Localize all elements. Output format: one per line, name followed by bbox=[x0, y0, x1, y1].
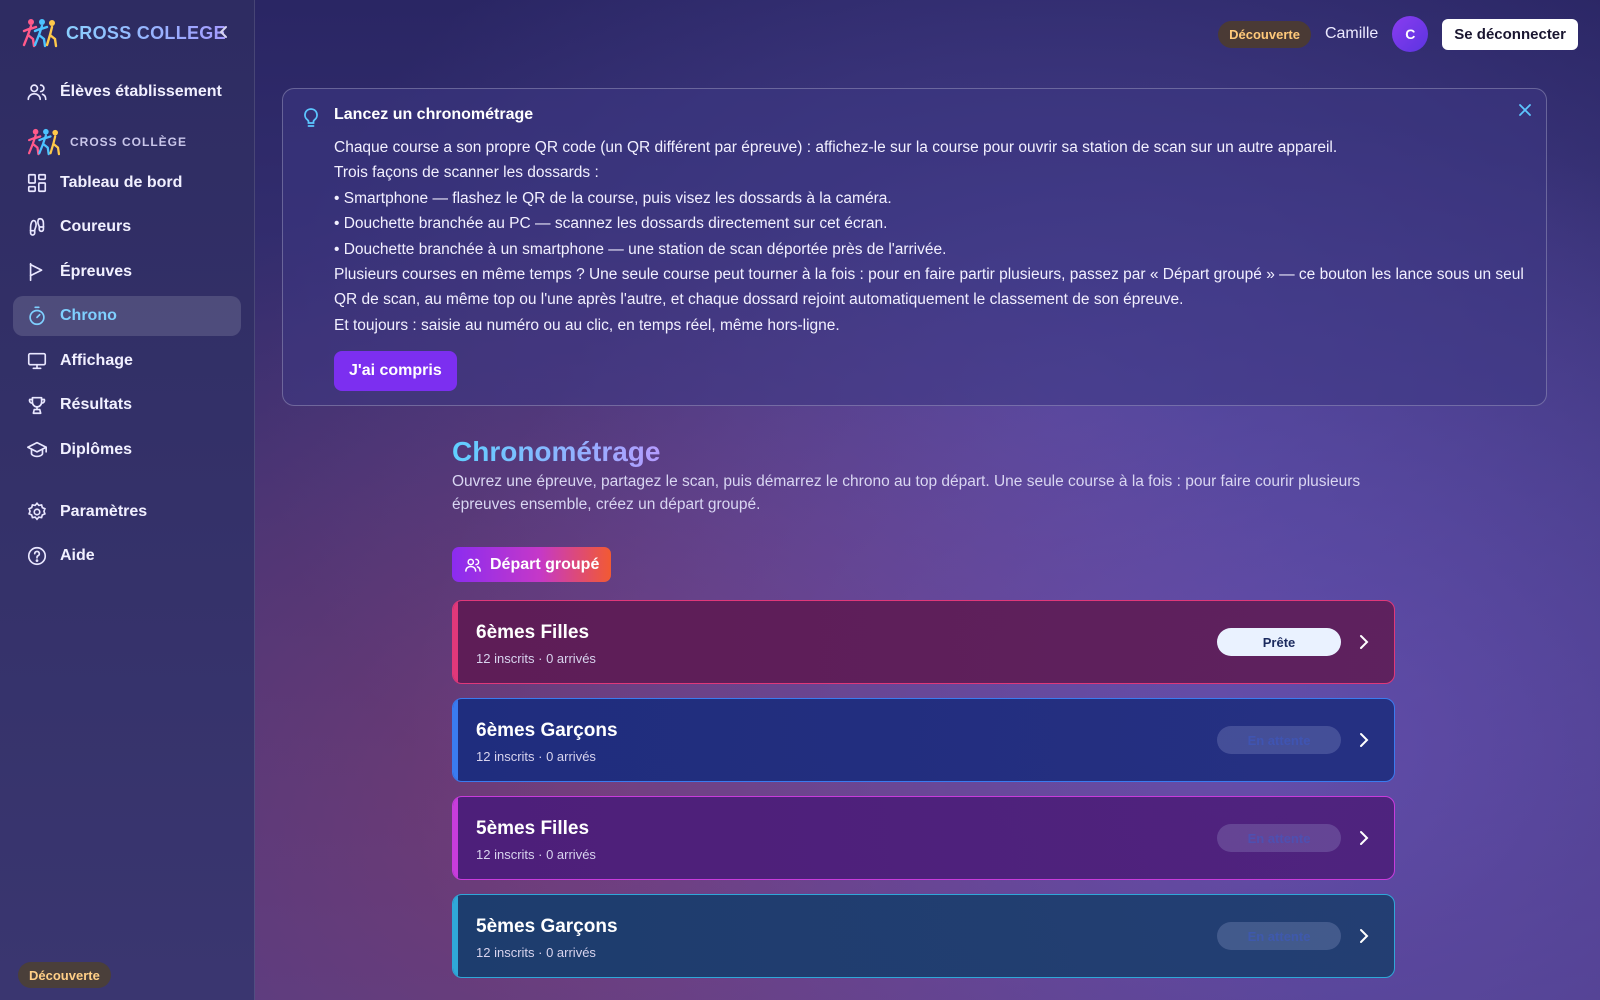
sidebar-item-label: Résultats bbox=[60, 396, 133, 413]
trophy-icon bbox=[26, 394, 48, 416]
sidebar-item-label: Aide bbox=[60, 547, 95, 564]
stopwatch-icon bbox=[26, 305, 48, 327]
sidebar-item-resultats[interactable]: Résultats bbox=[13, 385, 241, 425]
chevron-left-icon[interactable] bbox=[214, 22, 234, 42]
sidebar: CROSS COLLEGE Élèves établissement CROSS… bbox=[0, 0, 255, 1000]
avatar[interactable]: C bbox=[1392, 16, 1429, 52]
chevron-right-icon bbox=[1360, 831, 1369, 845]
status-badge: En attente bbox=[1217, 726, 1341, 754]
tip-line: Et toujours : saisie au numéro ou au cli… bbox=[334, 316, 840, 334]
user-name: Camille bbox=[1324, 25, 1379, 42]
sidebar-item-affichage[interactable]: Affichage bbox=[13, 341, 241, 381]
runners-logo-icon bbox=[22, 19, 58, 48]
chevron-right-icon bbox=[1360, 733, 1369, 747]
chevron-right-icon bbox=[1360, 929, 1369, 943]
tip-line: Plusieurs courses en même temps ? Une se… bbox=[334, 266, 1524, 309]
race-card[interactable]: 6èmes Filles 12 inscrits · 0 arrivés Prê… bbox=[452, 600, 1395, 684]
page-title: Chronométrage bbox=[452, 436, 661, 467]
monitor-icon bbox=[26, 350, 48, 372]
nav-section-header: CROSS COLLÈGE bbox=[26, 128, 187, 156]
sidebar-item-label: Épreuves bbox=[60, 263, 133, 280]
plan-badge: Découverte bbox=[18, 962, 111, 988]
race-name: 5èmes Garçons bbox=[476, 916, 618, 937]
sidebar-item-parametres[interactable]: Paramètres bbox=[13, 492, 241, 532]
race-meta: 12 inscrits · 0 arrivés bbox=[476, 945, 596, 960]
logout-button[interactable]: Se déconnecter bbox=[1442, 18, 1578, 50]
race-name: 5èmes Filles bbox=[476, 818, 590, 839]
graduation-cap-icon bbox=[26, 439, 48, 461]
sidebar-item-label: Élèves établissement bbox=[60, 83, 222, 100]
plan-badge: Découverte bbox=[1218, 20, 1311, 48]
flag-icon bbox=[26, 261, 48, 283]
main-content: Découverte Camille C Se déconnecter Lanc… bbox=[255, 0, 1600, 1000]
race-card[interactable]: 5èmes Filles 12 inscrits · 0 arrivés En … bbox=[452, 796, 1395, 880]
tip-line: • Smartphone — flashez le QR de la cours… bbox=[334, 189, 892, 207]
sidebar-item-label: Affichage bbox=[60, 352, 133, 369]
tip-body: Chaque course a son propre QR code (un Q… bbox=[334, 135, 1539, 338]
race-card[interactable]: 5èmes Garçons 12 inscrits · 0 arrivés En… bbox=[452, 894, 1395, 978]
gear-icon bbox=[26, 501, 48, 523]
group-start-button[interactable]: Départ groupé bbox=[452, 547, 612, 582]
sidebar-item-label: Tableau de bord bbox=[60, 174, 183, 191]
sidebar-item-label: Diplômes bbox=[60, 441, 133, 458]
tip-line: Chaque course a son propre QR code (un Q… bbox=[334, 139, 1338, 156]
lightbulb-icon bbox=[304, 108, 318, 127]
tip-title: Lancez un chronométrage bbox=[334, 106, 534, 123]
status-badge: En attente bbox=[1217, 922, 1341, 950]
tip-line: Trois façons de scanner les dossards : bbox=[334, 164, 599, 182]
race-meta: 12 inscrits · 0 arrivés bbox=[476, 847, 596, 862]
sidebar-item-label: Chrono bbox=[60, 307, 117, 324]
nav-section-label: CROSS COLLÈGE bbox=[70, 135, 188, 149]
users-icon bbox=[465, 558, 481, 572]
sidebar-item-aide[interactable]: Aide bbox=[13, 536, 241, 576]
chevron-right-icon bbox=[1360, 635, 1369, 649]
race-meta: 12 inscrits · 0 arrivés bbox=[476, 651, 596, 666]
sidebar-item-diplomes[interactable]: Diplômes bbox=[13, 430, 241, 470]
race-name: 6èmes Filles bbox=[476, 622, 590, 643]
brand-name: CROSS COLLEGE bbox=[66, 22, 226, 43]
help-icon bbox=[26, 545, 48, 567]
sidebar-item-epreuves[interactable]: Épreuves bbox=[13, 252, 241, 292]
topbar: Découverte Camille C Se déconnecter bbox=[1218, 16, 1578, 52]
page-description: Ouvrez une épreuve, partagez le scan, pu… bbox=[452, 473, 1361, 513]
sidebar-item-chrono[interactable]: Chrono bbox=[13, 296, 241, 336]
race-card[interactable]: 6èmes Garçons 12 inscrits · 0 arrivés En… bbox=[452, 698, 1395, 782]
status-badge: Prête bbox=[1217, 628, 1341, 656]
users-icon bbox=[26, 81, 48, 103]
race-meta: 12 inscrits · 0 arrivés bbox=[476, 749, 596, 764]
tip-line: • Douchette branchée à un smartphone — u… bbox=[334, 240, 947, 258]
tip-panel: Lancez un chronométrage Chaque course a … bbox=[282, 88, 1547, 406]
runners-logo-icon bbox=[27, 128, 61, 156]
sidebar-item-coureurs[interactable]: Coureurs bbox=[13, 207, 241, 247]
race-name: 6èmes Garçons bbox=[476, 720, 618, 741]
sidebar-item-eleves[interactable]: Élèves établissement bbox=[13, 72, 241, 112]
close-icon[interactable] bbox=[1516, 101, 1534, 119]
status-badge: En attente bbox=[1217, 824, 1341, 852]
sidebar-item-tableau-de-bord[interactable]: Tableau de bord bbox=[13, 163, 241, 203]
footprints-icon bbox=[26, 216, 48, 238]
sidebar-item-label: Paramètres bbox=[60, 503, 148, 520]
group-start-label: Départ groupé bbox=[490, 555, 600, 573]
dismiss-tip-button[interactable]: J'ai compris bbox=[334, 351, 457, 391]
grid-icon bbox=[26, 172, 48, 194]
sidebar-item-label: Coureurs bbox=[60, 218, 132, 235]
tip-line: • Douchette branchée au PC — scannez les… bbox=[334, 215, 888, 233]
